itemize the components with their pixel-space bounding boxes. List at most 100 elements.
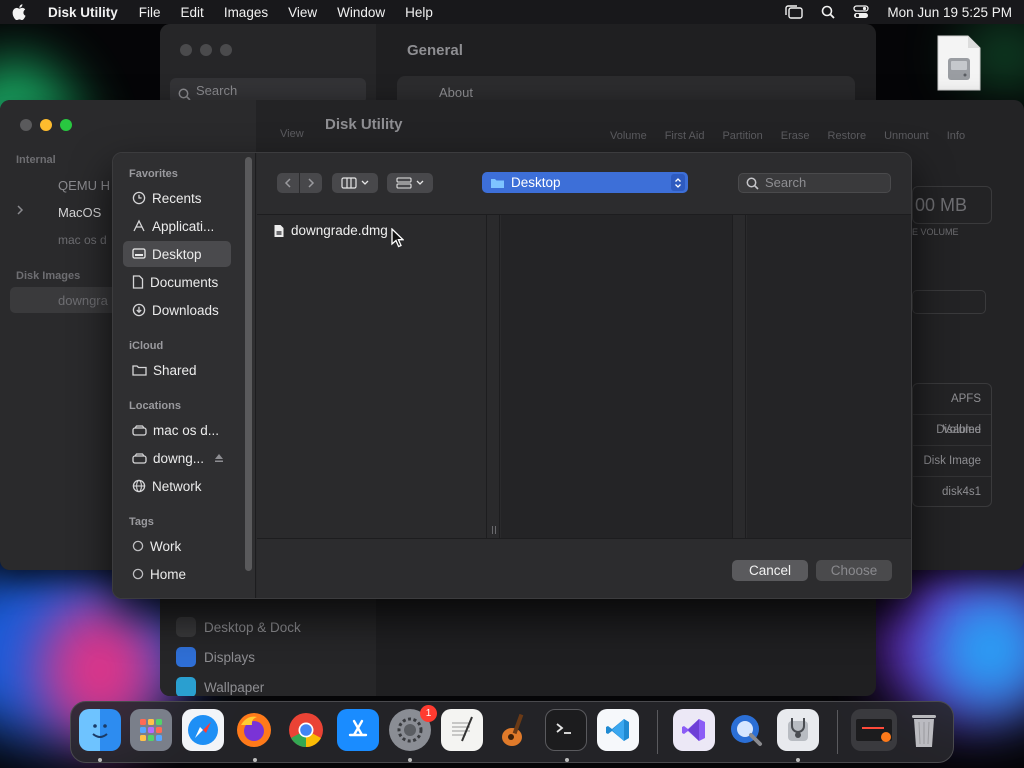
chrome-dock-icon[interactable] xyxy=(285,709,327,751)
garageband-dock-icon[interactable] xyxy=(493,709,535,751)
open-file-dialog: Favorites Recents Applicati... Desktop D… xyxy=(112,152,912,599)
desktop-dmg-file-icon[interactable] xyxy=(936,34,982,92)
running-indicator xyxy=(98,758,102,762)
sidebar-item-label: Downloads xyxy=(152,302,219,318)
toolbar-unmount[interactable]: Unmount xyxy=(884,130,929,142)
sidebar-item-applications[interactable]: Applicati... xyxy=(123,213,231,239)
cancel-button[interactable]: Cancel xyxy=(732,560,808,581)
location-popup[interactable]: Desktop xyxy=(482,172,688,193)
sidebar-item-tag-home[interactable]: Home xyxy=(123,561,231,587)
chevron-right-icon xyxy=(308,178,315,188)
volume-size-value: 00 MB xyxy=(912,186,992,224)
trash-icon[interactable] xyxy=(903,709,945,751)
window-title: Disk Utility xyxy=(325,116,403,133)
sidebar-item-volume[interactable]: mac os d xyxy=(58,233,107,247)
toolbar-info[interactable]: Info xyxy=(947,130,965,142)
sidebar-item-wallpaper[interactable]: Wallpaper xyxy=(176,672,301,696)
sidebar-item-label: Desktop xyxy=(152,246,202,262)
disk-utility-dock-icon[interactable] xyxy=(777,709,819,751)
window-controls xyxy=(20,119,72,131)
sidebar-item-network[interactable]: Network xyxy=(123,473,231,499)
column-resize-handle[interactable] xyxy=(734,215,746,538)
minimize-button[interactable] xyxy=(200,44,212,56)
sidebar-item-shared[interactable]: Shared xyxy=(123,357,231,383)
stage-manager-icon[interactable] xyxy=(785,5,804,19)
close-button[interactable] xyxy=(20,119,32,131)
dock: 1 xyxy=(70,701,954,763)
browser-column-2 xyxy=(501,215,733,538)
sidebar-item-label: Applicati... xyxy=(152,218,215,234)
menu-file[interactable]: File xyxy=(139,5,161,20)
sidebar-item-desktop-dock[interactable]: Desktop & Dock xyxy=(176,612,301,642)
volume-info-table: APFS Volume Disabled Disk Image disk4s1 xyxy=(912,383,992,507)
toolbar-restore[interactable]: Restore xyxy=(828,130,867,142)
system-settings-dock-icon[interactable]: 1 xyxy=(389,705,437,751)
info-type: APFS Volume xyxy=(913,384,991,436)
terminal-dock-icon[interactable] xyxy=(545,709,587,751)
menu-view[interactable]: View xyxy=(288,5,317,20)
menu-images[interactable]: Images xyxy=(224,5,268,20)
sidebar-item-displays[interactable]: Displays xyxy=(176,642,301,672)
menu-help[interactable]: Help xyxy=(405,5,433,20)
file-row[interactable]: downgrade.dmg xyxy=(273,223,388,238)
toolbar-first-aid[interactable]: First Aid xyxy=(665,130,705,142)
sidebar-item-label: Home xyxy=(150,566,187,582)
visual-studio-dock-icon[interactable] xyxy=(673,709,715,751)
safari-dock-icon[interactable] xyxy=(182,709,224,751)
sidebar-item-recents[interactable]: Recents xyxy=(123,185,231,211)
menu-app-name[interactable]: Disk Utility xyxy=(48,5,118,20)
running-indicator xyxy=(253,758,257,762)
volume-size-caption: E VOLUME xyxy=(912,227,959,237)
tag-circle-icon xyxy=(132,568,144,580)
dock-separator xyxy=(657,710,658,754)
toolbar-view-label[interactable]: View xyxy=(280,128,304,140)
toolbar-partition[interactable]: Partition xyxy=(722,130,762,142)
location-label: Desktop xyxy=(511,175,561,190)
sidebar-item-downgrade-volume[interactable]: downg... xyxy=(123,445,231,471)
close-button[interactable] xyxy=(180,44,192,56)
zoom-button[interactable] xyxy=(60,119,72,131)
desktop-icon xyxy=(132,248,146,259)
dialog-browser: Desktop Search downgrade.dmg Cancel Choo… xyxy=(257,153,911,598)
grid-icon xyxy=(396,177,412,189)
sidebar-item-disk[interactable]: QEMU H xyxy=(58,178,110,193)
sidebar-item-image[interactable]: downgra xyxy=(58,293,108,308)
view-mode-button[interactable] xyxy=(332,173,378,193)
menu-edit[interactable]: Edit xyxy=(181,5,204,20)
sidebar-item-tag-work[interactable]: Work xyxy=(123,533,231,559)
choose-button[interactable]: Choose xyxy=(816,560,892,581)
column-resize-handle[interactable] xyxy=(488,215,500,538)
menu-clock[interactable]: Mon Jun 19 5:25 PM xyxy=(887,5,1012,20)
quicktime-dock-icon[interactable] xyxy=(725,709,767,751)
firefox-dock-icon[interactable] xyxy=(233,709,275,751)
menu-window[interactable]: Window xyxy=(337,5,385,20)
forward-button[interactable] xyxy=(300,173,322,193)
sidebar-item-mac-os-disk[interactable]: mac os d... xyxy=(123,417,231,443)
sidebar-item-desktop[interactable]: Desktop xyxy=(123,241,231,267)
zoom-button[interactable] xyxy=(220,44,232,56)
toolbar-erase[interactable]: Erase xyxy=(781,130,810,142)
group-button[interactable] xyxy=(387,173,433,193)
app-store-dock-icon[interactable] xyxy=(337,709,379,751)
document-icon xyxy=(132,275,144,289)
minimize-button[interactable] xyxy=(40,119,52,131)
shared-folder-icon xyxy=(132,365,147,376)
chevron-right-icon[interactable] xyxy=(16,204,24,219)
control-center-icon[interactable] xyxy=(853,5,870,19)
eject-icon[interactable] xyxy=(214,453,224,463)
downloads-stack-icon[interactable] xyxy=(851,709,897,751)
back-button[interactable] xyxy=(277,173,299,193)
finder-dock-icon[interactable] xyxy=(79,709,121,751)
sidebar-item-label: mac os d... xyxy=(153,422,220,438)
sidebar-scrollbar[interactable] xyxy=(245,157,252,571)
sidebar-item-downloads[interactable]: Downloads xyxy=(123,297,231,323)
launchpad-dock-icon[interactable] xyxy=(130,709,172,751)
vscode-dock-icon[interactable] xyxy=(597,709,639,751)
spotlight-search-icon[interactable] xyxy=(821,5,836,19)
apple-icon[interactable] xyxy=(12,4,28,20)
dialog-search-field[interactable]: Search xyxy=(738,173,891,193)
sidebar-item-macos[interactable]: MacOS xyxy=(58,205,101,220)
textedit-dock-icon[interactable] xyxy=(441,709,483,751)
sidebar-item-documents[interactable]: Documents xyxy=(123,269,231,295)
toolbar-volume[interactable]: Volume xyxy=(610,130,647,142)
